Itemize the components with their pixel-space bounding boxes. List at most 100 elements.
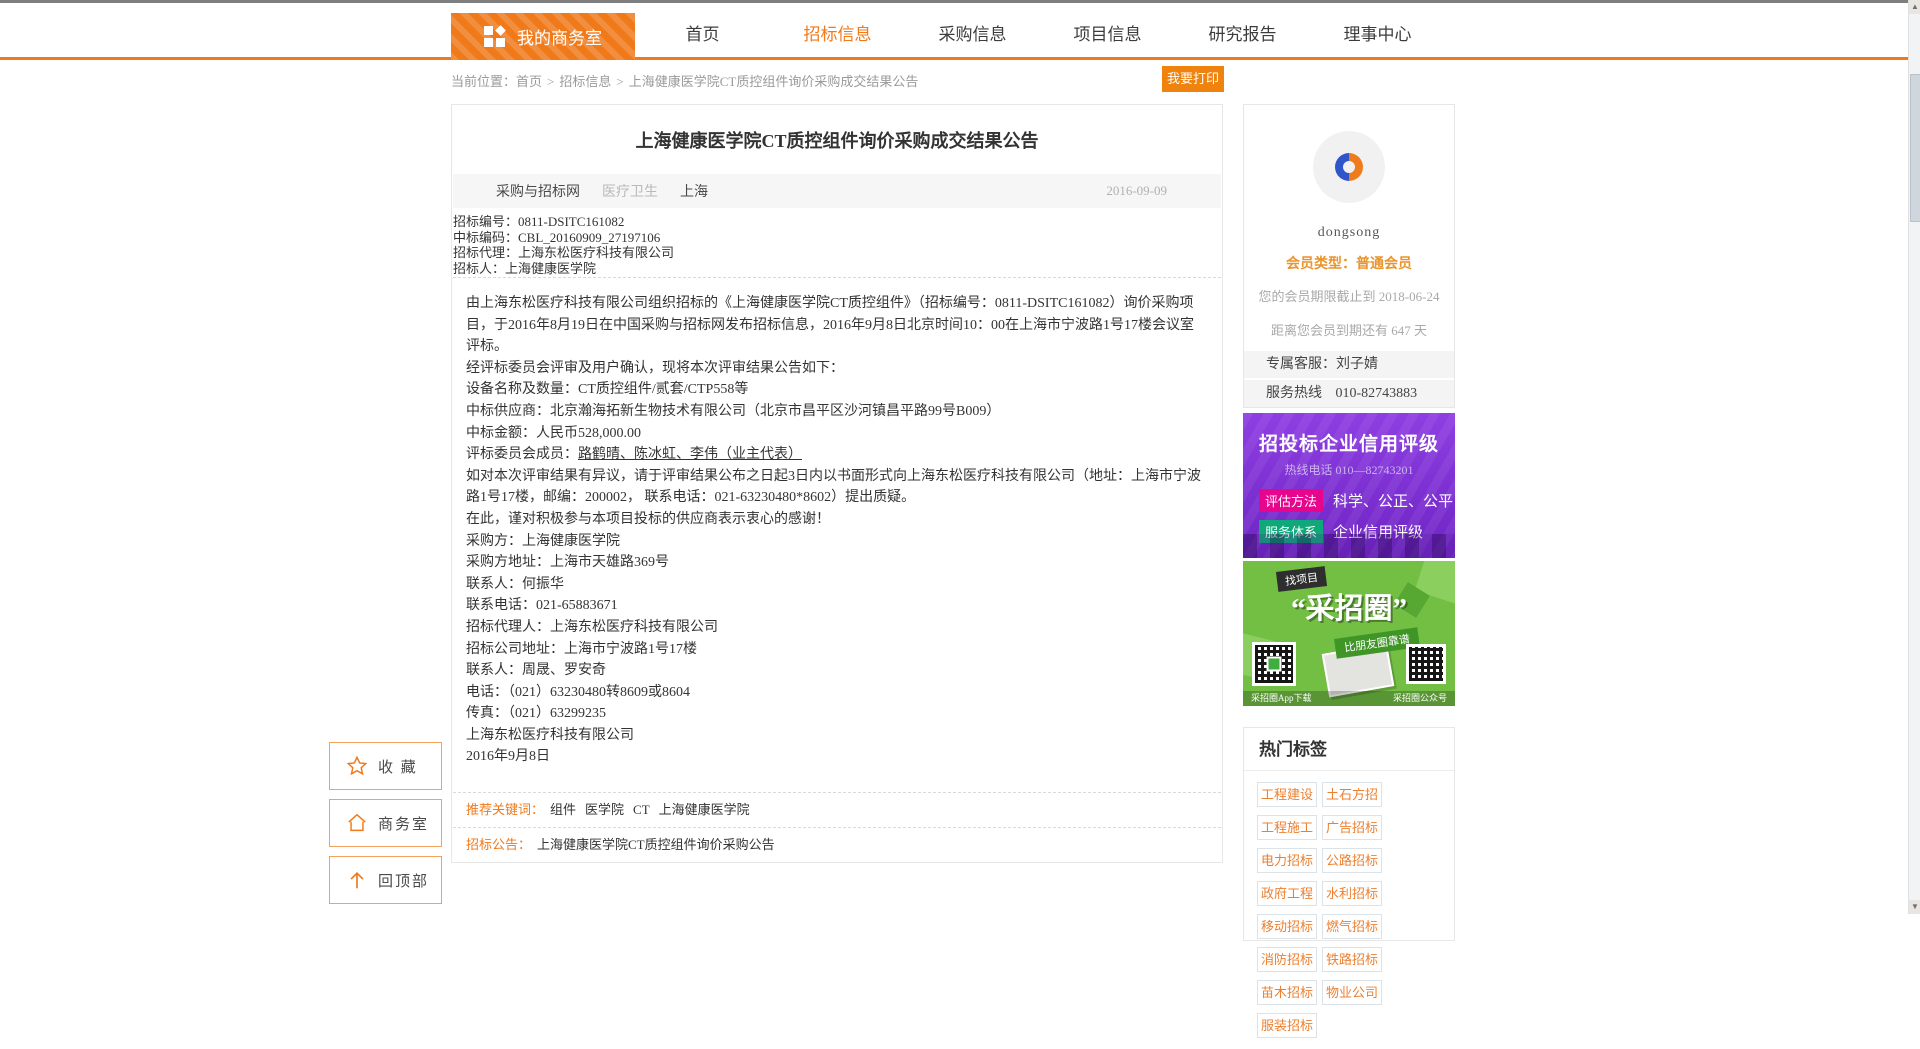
my-office-label: 我的商务室 bbox=[517, 24, 602, 49]
hot-tag[interactable]: 消防招标 bbox=[1257, 947, 1317, 972]
article-title: 上海健康医学院CT质控组件询价采购成交结果公告 bbox=[452, 127, 1222, 153]
avatar[interactable] bbox=[1313, 131, 1385, 203]
back-to-top-button[interactable]: 回顶部 bbox=[329, 856, 442, 904]
nav-item-1[interactable]: 首页 bbox=[635, 13, 770, 57]
meta-source[interactable]: 采购与招标网 bbox=[496, 181, 580, 201]
hot-tag[interactable]: 服装招标 bbox=[1257, 1013, 1317, 1038]
office-label: 商务室 bbox=[378, 813, 429, 834]
back-to-top-label: 回顶部 bbox=[378, 870, 429, 891]
hot-tag[interactable]: 工程建设 bbox=[1257, 782, 1317, 807]
breadcrumb-home-link[interactable]: 首页 bbox=[516, 74, 542, 89]
keywords-row: 推荐关键词： 组件医学院 CT 上海健康医学院 bbox=[453, 793, 1221, 828]
qr-logo-dot bbox=[1267, 657, 1282, 672]
article-panel: 上海健康医学院CT质控组件询价采购成交结果公告 采购与招标网 医疗卫生 上海 2… bbox=[451, 104, 1223, 863]
credit-rating-banner[interactable]: 招投标企业信用评级 热线电话 010—82743201 评估方法 科学、公正、公… bbox=[1243, 413, 1455, 558]
body-line: 中标金额：人民币528,000.00 bbox=[466, 423, 1210, 445]
favorite-button[interactable]: 收 藏 bbox=[329, 742, 442, 790]
body-line: 设备名称及数量：CT质控组件/贰套/CTP558等 bbox=[466, 379, 1210, 401]
body-line: 路1号17楼，邮编：200002， 联系电话：021-63230480*8602… bbox=[466, 487, 1210, 509]
breadcrumb: 当前位置：首页 > 招标信息 > 上海健康医学院CT质控组件询价采购成交结果公告 bbox=[451, 71, 918, 90]
meta-region[interactable]: 上海 bbox=[680, 181, 708, 201]
nav-item-2[interactable]: 招标信息 bbox=[770, 13, 905, 57]
info-line: 招标人：上海健康医学院 bbox=[453, 261, 674, 277]
hot-tag[interactable]: 广告招标 bbox=[1322, 815, 1382, 840]
breadcrumb-separator: > bbox=[616, 74, 623, 89]
hot-tag[interactable]: 水利招标 bbox=[1322, 881, 1382, 906]
committee-prefix: 评标委员会成员： bbox=[466, 447, 578, 462]
my-office-button[interactable]: 我的商务室 bbox=[451, 13, 635, 60]
membership-expiry: 您的会员期限截止到 2018-06-24 bbox=[1244, 286, 1454, 305]
nav-item-6[interactable]: 理事中心 bbox=[1310, 13, 1445, 57]
credit-banner-hotline: 热线电话 010—82743201 bbox=[1243, 461, 1455, 478]
ad-title: “采招圈” bbox=[1243, 585, 1455, 627]
keyword-link[interactable]: 医学院 bbox=[585, 802, 624, 817]
ad-caption-app: 采招圈App下载 bbox=[1251, 691, 1312, 704]
nav-item-5[interactable]: 研究报告 bbox=[1175, 13, 1310, 57]
hot-tag[interactable]: 移动招标 bbox=[1257, 914, 1317, 939]
vertical-scrollbar[interactable]: ▲ ▼ bbox=[1908, 0, 1920, 914]
system-badge: 服务体系 bbox=[1259, 520, 1323, 543]
body-line: 评标。 bbox=[466, 336, 1210, 358]
hotline-label: 服务热线 bbox=[1266, 386, 1322, 401]
body-line: 电话：（021）63230480转8609或8604 bbox=[466, 682, 1210, 704]
window-top-divider bbox=[0, 0, 1920, 3]
member-profile-card: dongsong 会员类型：普通会员 您的会员期限截止到 2018-06-24 … bbox=[1243, 104, 1455, 408]
nav-item-4[interactable]: 项目信息 bbox=[1040, 13, 1175, 57]
hot-tag[interactable]: 燃气招标 bbox=[1322, 914, 1382, 939]
hot-tag[interactable]: 政府工程 bbox=[1257, 881, 1317, 906]
method-badge: 评估方法 bbox=[1259, 489, 1323, 512]
company-logo-icon bbox=[1331, 149, 1367, 185]
keyword-link[interactable]: CT bbox=[633, 802, 650, 817]
meta-category[interactable]: 医疗卫生 bbox=[602, 181, 658, 201]
hot-tag[interactable]: 公路招标 bbox=[1322, 848, 1382, 873]
hot-tags-list: 工程建设土石方招工程施工广告招标电力招标公路招标政府工程水利招标移动招标燃气招标… bbox=[1244, 771, 1454, 1049]
body-line: 如对本次评审结果有异议，请于评审结果公布之日起3日内以书面形式向上海东松医疗科技… bbox=[466, 466, 1210, 488]
favorite-label: 收 藏 bbox=[378, 756, 418, 777]
info-line: 招标编号：0811-DSITC161082 bbox=[453, 214, 674, 230]
method-text: 科学、公正、公平 bbox=[1333, 490, 1453, 511]
body-line: 招标代理人：上海东松医疗科技有限公司 bbox=[466, 617, 1210, 639]
credit-row-method: 评估方法 科学、公正、公平 bbox=[1259, 489, 1455, 512]
app-download-qr-code bbox=[1252, 642, 1296, 686]
username: dongsong bbox=[1244, 225, 1454, 241]
office-button[interactable]: 商务室 bbox=[329, 799, 442, 847]
keywords-label: 推荐关键词： bbox=[466, 802, 544, 817]
hot-tag[interactable]: 铁路招标 bbox=[1322, 947, 1382, 972]
hotline-number: 010-82743883 bbox=[1336, 386, 1418, 401]
hot-tag[interactable]: 苗木招标 bbox=[1257, 980, 1317, 1005]
body-line: 传真：（021）63299235 bbox=[466, 703, 1210, 725]
keyword-link[interactable]: 组件 bbox=[550, 802, 576, 817]
hot-tags-title: 热门标签 bbox=[1244, 728, 1454, 771]
notice-link[interactable]: 上海健康医学院CT质控组件询价采购公告 bbox=[537, 837, 775, 852]
keyword-link[interactable]: 上海健康医学院 bbox=[659, 802, 750, 817]
article-footer: 推荐关键词：组件医学院CT上海健康医学院 招标公告：上海健康医学院CT质控组件询… bbox=[453, 792, 1221, 862]
print-button[interactable]: 我要打印 bbox=[1162, 66, 1224, 92]
breadcrumb-current: 上海健康医学院CT质控组件询价采购成交结果公告 bbox=[629, 74, 919, 89]
dashboard-grid-icon bbox=[484, 26, 506, 48]
hot-tag[interactable]: 电力招标 bbox=[1257, 848, 1317, 873]
service-rep-row: 专属客服：刘子婧 bbox=[1244, 351, 1454, 378]
hot-tag[interactable]: 工程施工 bbox=[1257, 815, 1317, 840]
caizhaoquan-ad-banner[interactable]: 找项目 “采招圈” 比朋友圈靠谱 采招圈App下载 采招圈公众号 bbox=[1243, 561, 1455, 706]
info-line: 中标编码：CBL_20160909_27197106 bbox=[453, 230, 674, 246]
home-icon bbox=[346, 812, 368, 834]
nav-item-3[interactable]: 采购信息 bbox=[905, 13, 1040, 57]
ad-caption-wechat: 采招圈公众号 bbox=[1393, 691, 1447, 704]
breadcrumb-section-link[interactable]: 招标信息 bbox=[559, 74, 611, 89]
body-line: 2016年9月8日 bbox=[466, 746, 1210, 768]
body-line: 招标公司地址：上海市宁波路1号17楼 bbox=[466, 639, 1210, 661]
system-text: 企业信用评级 bbox=[1333, 521, 1423, 542]
dashed-divider bbox=[453, 277, 1221, 278]
scrollbar-thumb[interactable] bbox=[1910, 74, 1920, 222]
hot-tag[interactable]: 物业公司 bbox=[1322, 980, 1382, 1005]
wechat-account-qr-code bbox=[1406, 644, 1446, 684]
scrollbar-down-arrow[interactable]: ▼ bbox=[1909, 900, 1920, 914]
breadcrumb-prefix: 当前位置： bbox=[451, 74, 516, 89]
scrollbar-up-arrow[interactable]: ▲ bbox=[1909, 0, 1920, 14]
hot-tag[interactable]: 土石方招 bbox=[1322, 782, 1382, 807]
breadcrumb-separator: > bbox=[547, 74, 554, 89]
credit-row-system: 服务体系 企业信用评级 bbox=[1259, 520, 1455, 543]
main-nav: 首页招标信息采购信息项目信息研究报告理事中心 bbox=[635, 13, 1445, 57]
member-type: 会员类型：普通会员 bbox=[1244, 253, 1454, 273]
article-meta-bar: 采购与招标网 医疗卫生 上海 2016-09-09 bbox=[453, 174, 1221, 208]
